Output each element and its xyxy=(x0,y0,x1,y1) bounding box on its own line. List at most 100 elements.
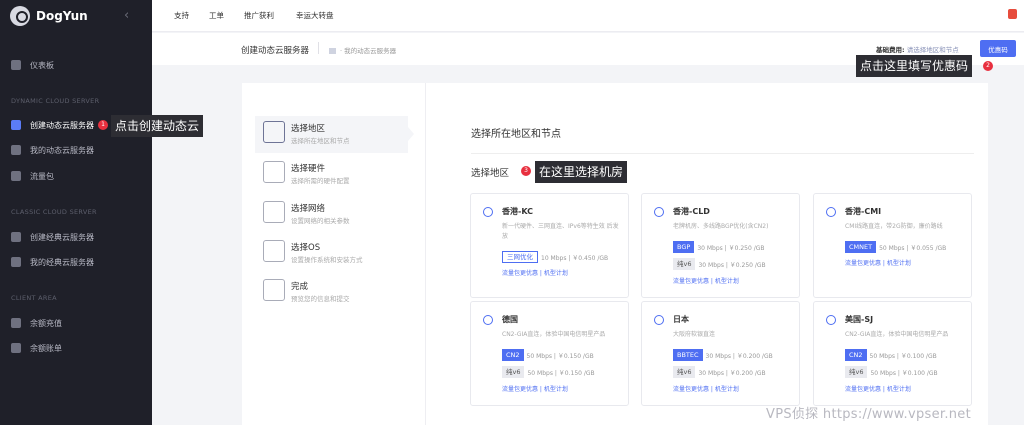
sidebar-item-traffic[interactable]: 流量包 xyxy=(0,167,152,185)
region-desc: CN2-GIA直连，体验中国电信明星产品 xyxy=(502,331,606,338)
step-os[interactable]: 选择OS 设置操作系统和安装方式 xyxy=(255,235,408,272)
price-line: BBTEC 30 Mbps | ￥0.200 /GB xyxy=(673,349,773,361)
sidebar-item-label: 余额充值 xyxy=(30,318,62,328)
region-links[interactable]: 流量包更优惠 | 机型计划 xyxy=(502,268,568,277)
dashboard-icon xyxy=(11,60,21,70)
sidebar-item-label: 仪表板 xyxy=(30,60,54,70)
price-text: 30 Mbps | ￥0.200 /GB xyxy=(705,352,773,360)
price-line: 三网优化 10 Mbps | ￥0.450 /GB xyxy=(502,251,608,263)
price-line: 纯v6 50 Mbps | ￥0.150 /GB xyxy=(502,366,595,378)
annotation-3: 在这里选择机房 xyxy=(535,161,628,183)
step-desc: 设置操作系统和安装方式 xyxy=(291,256,363,264)
price-line: 纯v6 50 Mbps | ￥0.100 /GB xyxy=(845,366,938,378)
price-text: 50 Mbps | ￥0.100 /GB xyxy=(870,369,938,377)
step-region[interactable]: 选择地区 选择所在地区和节点 xyxy=(255,116,414,153)
radio-button[interactable] xyxy=(654,207,664,217)
region-card-japan[interactable]: 日本 大阪府软银直连 BBTEC 30 Mbps | ￥0.200 /GB 纯v… xyxy=(641,301,800,406)
region-name: 日本 xyxy=(673,315,689,324)
annotation-1: 点击创建动态云 xyxy=(111,115,204,137)
radio-button[interactable] xyxy=(826,207,836,217)
step-desc: 选择所需的硬件配置 xyxy=(291,177,350,185)
region-card-germany[interactable]: 德国 CN2-GIA直连，体验中国电信明星产品 CN2 50 Mbps | ￥0… xyxy=(470,301,629,406)
traffic-icon xyxy=(11,171,21,181)
region-card-us-sj[interactable]: 美国-SJ CN2-GIA直连，体验中国电信明星产品 CN2 50 Mbps |… xyxy=(813,301,972,406)
price-text: 50 Mbps | ￥0.100 /GB xyxy=(869,352,937,360)
step-desc: 设置网络的相关参数 xyxy=(291,217,350,225)
dogyun-logo-icon xyxy=(10,6,30,26)
region-links[interactable]: 流量包更优惠 | 机型计划 xyxy=(673,276,739,285)
create-server-card: 选择地区 选择所在地区和节点 选择硬件 选择所需的硬件配置 选择网络 设置网络的… xyxy=(242,83,988,425)
sidebar-item-my-dynamic[interactable]: 我的动态云服务器 xyxy=(0,141,152,159)
nav-affiliate[interactable]: 推广获利 xyxy=(244,10,274,21)
step-title: 选择地区 xyxy=(291,124,326,134)
radio-button[interactable] xyxy=(483,315,493,325)
step-done[interactable]: 完成 预览您的信息和提交 xyxy=(255,274,408,311)
sidebar-item-label: 创建经典云服务器 xyxy=(30,232,94,242)
region-desc: 老牌机房、多线路BGP优化(含CN2) xyxy=(673,223,769,230)
nav-tickets[interactable]: 工单 xyxy=(209,10,224,21)
step-title: 选择OS xyxy=(291,243,321,253)
price-line: 纯v6 30 Mbps | ￥0.250 /GB xyxy=(673,258,766,270)
region-desc: CMI线路直连，带2G防御，廉价路线 xyxy=(845,223,943,230)
radio-button[interactable] xyxy=(826,315,836,325)
breadcrumb-label: 我的动态云服务器 xyxy=(344,47,397,55)
bill-icon xyxy=(11,343,21,353)
radio-button[interactable] xyxy=(483,207,493,217)
step-desc: 预览您的信息和提交 xyxy=(291,295,350,303)
line-tag: CN2 xyxy=(502,349,524,361)
step-network[interactable]: 选择网络 设置网络的相关参数 xyxy=(255,196,408,233)
region-name: 德国 xyxy=(502,315,518,324)
server-stack-icon xyxy=(11,120,21,130)
region-links[interactable]: 流量包更优惠 | 机型计划 xyxy=(845,384,911,393)
coupon-button[interactable]: 优惠码 xyxy=(980,40,1016,57)
top-navbar: 支持 工单 推广获利 幸运大转盘 xyxy=(152,0,1024,32)
base-fee: 基础费用: 请选择地区和节点 xyxy=(876,44,959,54)
sidebar-section-client: CLIENT AREA xyxy=(11,294,57,302)
step-title: 选择网络 xyxy=(291,204,326,214)
sidebar-item-my-classic[interactable]: 我的经典云服务器 xyxy=(0,253,152,271)
price-text: 30 Mbps | ￥0.250 /GB xyxy=(697,244,765,252)
line-tag: 纯v6 xyxy=(673,366,696,378)
base-fee-value: 请选择地区和节点 xyxy=(906,46,959,54)
region-links[interactable]: 流量包更优惠 | 机型计划 xyxy=(845,258,911,267)
app-root: DogYun ‹ 仪表板 DYNAMIC CLOUD SERVER 创建动态云服… xyxy=(0,0,1024,425)
sidebar-section-dynamic: DYNAMIC CLOUD SERVER xyxy=(11,97,100,105)
region-desc: 新一代硬件、三网直连、IPv6等特生效 后发放 xyxy=(502,223,619,240)
collapse-sidebar-icon[interactable]: ‹ xyxy=(124,8,129,23)
price-line: BGP 30 Mbps | ￥0.250 /GB xyxy=(673,241,764,253)
sidebar-item-dashboard[interactable]: 仪表板 xyxy=(0,56,152,74)
sidebar-item-create-classic[interactable]: 创建经典云服务器 xyxy=(0,228,152,246)
line-tag: 纯v6 xyxy=(845,366,868,378)
step-hardware[interactable]: 选择硬件 选择所需的硬件配置 xyxy=(255,156,408,193)
done-icon xyxy=(263,279,285,301)
region-links[interactable]: 流量包更优惠 | 机型计划 xyxy=(673,384,739,393)
annotation-badge-1: 1 xyxy=(98,120,108,130)
nav-support[interactable]: 支持 xyxy=(174,10,189,21)
sidebar-item-recharge[interactable]: 余额充值 xyxy=(0,314,152,332)
logo[interactable]: DogYun xyxy=(10,6,88,26)
line-tag: BBTEC xyxy=(673,349,703,361)
nav-lucky-wheel[interactable]: 幸运大转盘 xyxy=(296,10,334,21)
region-desc: CN2-GIA直连，体验中国电信明星产品 xyxy=(845,331,949,338)
notification-icon[interactable] xyxy=(1008,9,1017,19)
region-card-hk-kc[interactable]: 香港-KC 新一代硬件、三网直连、IPv6等特生效 后发放 三网优化 10 Mb… xyxy=(470,193,629,298)
sidebar-section-classic: CLASSIC CLOUD SERVER xyxy=(11,208,97,216)
hardware-icon xyxy=(263,161,285,183)
section-divider xyxy=(471,153,974,154)
header-divider xyxy=(318,42,319,54)
os-icon xyxy=(263,240,285,262)
price-line: CN2 50 Mbps | ￥0.100 /GB xyxy=(845,349,937,361)
brand-name: DogYun xyxy=(36,9,88,23)
region-card-hk-cmi[interactable]: 香港-CMI CMI线路直连，带2G防御，廉价路线 CMNET 50 Mbps … xyxy=(813,193,972,298)
price-line: CMNET 50 Mbps | ￥0.055 /GB xyxy=(845,241,946,253)
radio-button[interactable] xyxy=(654,315,664,325)
sidebar-item-bill[interactable]: 余额账单 xyxy=(0,339,152,357)
sidebar-item-label: 流量包 xyxy=(30,171,54,181)
yen-icon xyxy=(11,318,21,328)
network-icon xyxy=(263,201,285,223)
region-links[interactable]: 流量包更优惠 | 机型计划 xyxy=(502,384,568,393)
breadcrumb[interactable]: · 我的动态云服务器 xyxy=(329,45,396,55)
price-text: 30 Mbps | ￥0.200 /GB xyxy=(698,369,766,377)
region-card-hk-cld[interactable]: 香港-CLD 老牌机房、多线路BGP优化(含CN2) BGP 30 Mbps |… xyxy=(641,193,800,298)
step-list: 选择地区 选择所在地区和节点 选择硬件 选择所需的硬件配置 选择网络 设置网络的… xyxy=(242,83,426,425)
